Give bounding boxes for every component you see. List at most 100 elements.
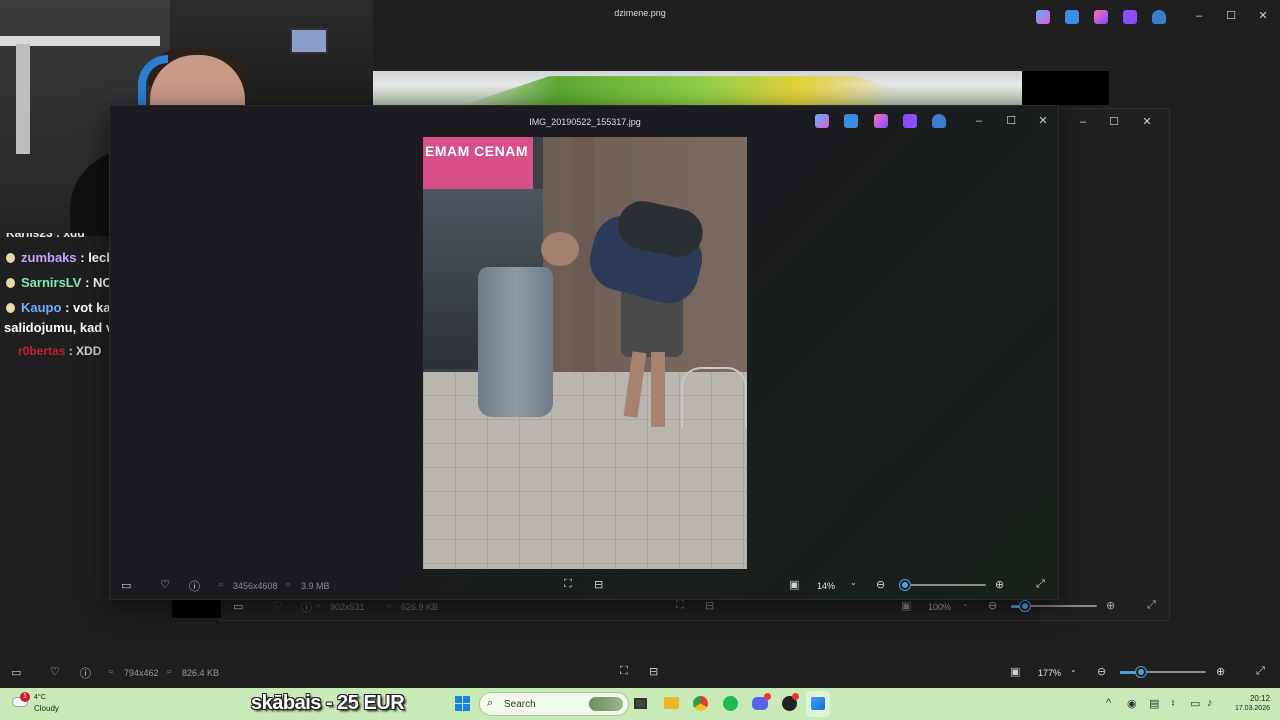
- filmstrip-icon[interactable]: ▭: [11, 666, 21, 679]
- close-button[interactable]: ✕: [1248, 9, 1278, 23]
- fullscreen-icon[interactable]: ⤢: [1256, 665, 1265, 678]
- info-icon[interactable]: ⓘ: [301, 599, 312, 615]
- filmstrip-icon[interactable]: ▭: [121, 579, 131, 592]
- window-title: IMG_20190522_155317.jpg: [529, 117, 641, 127]
- maximize-button[interactable]: ☐: [996, 114, 1026, 128]
- focus-icon[interactable]: ⛶: [676, 599, 684, 612]
- windows-start-icon[interactable]: [455, 696, 471, 712]
- filmstrip-icon[interactable]: ▭: [233, 600, 243, 613]
- zoom-level[interactable]: 14%: [817, 581, 835, 591]
- zoom-out-icon[interactable]: ⊖: [1097, 665, 1106, 678]
- front-photos-window[interactable]: IMG_20190522_155317.jpg – ☐ ✕ EMAM CENAM…: [109, 105, 1059, 600]
- clock-date[interactable]: 17.03.2026: [1202, 705, 1270, 712]
- image-filesize: 826.4 KB: [182, 668, 220, 678]
- zoom-level[interactable]: 100%: [928, 602, 951, 612]
- maximize-button[interactable]: ☐: [1216, 9, 1246, 23]
- back-image-preview: [373, 71, 1022, 105]
- dimensions-icon: ▫: [219, 579, 223, 591]
- dimensions-icon: ▫: [316, 600, 320, 612]
- dimensions-icon: ▫: [109, 666, 113, 678]
- chat-username[interactable]: SarnirsLV: [21, 275, 81, 290]
- file-explorer-icon[interactable]: [664, 697, 679, 709]
- fit-window-icon[interactable]: ▣: [901, 599, 911, 612]
- zoom-level[interactable]: 177%: [1038, 668, 1061, 678]
- image-dimensions: 3456x4608: [233, 581, 278, 591]
- spotify-icon[interactable]: [723, 696, 738, 711]
- black-box: [172, 600, 221, 618]
- onedrive-icon[interactable]: [1152, 10, 1166, 29]
- steam-icon[interactable]: ◉: [1127, 697, 1137, 710]
- info-icon[interactable]: ⓘ: [80, 665, 91, 681]
- filesize-icon: ▫: [286, 579, 290, 591]
- chat-username[interactable]: zumbaks: [21, 250, 77, 265]
- photos-icon[interactable]: [811, 697, 825, 710]
- chat-message-partial: Karlis23 : xdd: [6, 226, 85, 240]
- fit-window-icon[interactable]: ▣: [1010, 665, 1020, 678]
- chat-username[interactable]: r0bertas: [18, 344, 65, 358]
- image-dimensions: 794x462: [124, 668, 159, 678]
- chevron-down-icon[interactable]: ⌄: [962, 599, 969, 608]
- edit-icon[interactable]: [844, 114, 858, 133]
- maximize-button[interactable]: ☐: [1099, 115, 1129, 129]
- zoom-slider-thumb[interactable]: [1020, 601, 1030, 611]
- zoom-slider-thumb[interactable]: [900, 580, 910, 590]
- app-tray-icon[interactable]: ▤: [1149, 697, 1159, 710]
- zoom-in-icon[interactable]: ⊕: [1106, 599, 1115, 612]
- zoom-slider-thumb[interactable]: [1136, 667, 1146, 677]
- fullscreen-icon[interactable]: ⤢: [1036, 578, 1045, 591]
- minimize-button[interactable]: –: [964, 114, 994, 128]
- chrome-icon[interactable]: [693, 696, 708, 711]
- clock-time[interactable]: 20:12: [1222, 694, 1270, 703]
- search-placeholder: Search: [504, 699, 536, 710]
- notification-badge: [792, 693, 799, 700]
- close-button[interactable]: ✕: [1028, 114, 1058, 128]
- focus-icon[interactable]: ⛶: [564, 578, 572, 591]
- focus-icon[interactable]: ⛶: [620, 665, 628, 678]
- task-view-icon[interactable]: [634, 698, 647, 709]
- minimize-button[interactable]: –: [1184, 9, 1214, 23]
- onedrive-icon[interactable]: [932, 114, 946, 133]
- zoom-out-icon[interactable]: ⊖: [876, 578, 885, 591]
- stream-overlay-text: skābais - 25 EUR: [251, 692, 405, 714]
- favorite-icon[interactable]: ♡: [50, 665, 60, 678]
- fit-window-icon[interactable]: ▣: [789, 578, 799, 591]
- text-scan-icon[interactable]: ⊟: [649, 665, 658, 678]
- chat-username[interactable]: Kaupo: [21, 300, 61, 315]
- chevron-down-icon[interactable]: ⌄: [1070, 665, 1077, 674]
- taskbar: 1 4°C Cloudy ⌕ Search ^ ◉ ▤ ♮ ▭ ♪ 20:12 …: [0, 688, 1280, 720]
- paint-icon[interactable]: [874, 114, 888, 133]
- network-icon[interactable]: ▭: [1190, 697, 1200, 710]
- minimize-button[interactable]: –: [1068, 115, 1098, 129]
- zoom-slider[interactable]: [900, 584, 986, 586]
- clipchamp-icon[interactable]: [1123, 10, 1137, 29]
- paint-icon[interactable]: [1094, 10, 1108, 29]
- copilot-icon[interactable]: [815, 114, 829, 133]
- close-button[interactable]: ✕: [1132, 115, 1162, 129]
- chat-badge-icon: [6, 253, 15, 263]
- chat-message: r0bertas : XDD: [18, 344, 101, 358]
- image-filesize: 626.9 KB: [401, 602, 439, 612]
- notification-badge: [764, 693, 771, 700]
- copilot-icon[interactable]: [1036, 10, 1050, 29]
- edit-icon[interactable]: [1065, 10, 1079, 29]
- favorite-icon[interactable]: ♡: [160, 578, 170, 591]
- chevron-down-icon[interactable]: ⌄: [850, 578, 857, 587]
- text-scan-icon[interactable]: ⊟: [705, 599, 714, 612]
- photo-sign-text: EMAM CENAM: [423, 137, 533, 189]
- photo-canvas[interactable]: EMAM CENAM: [423, 137, 747, 569]
- weather-condition[interactable]: Cloudy: [34, 704, 59, 713]
- text-scan-icon[interactable]: ⊟: [594, 578, 603, 591]
- weather-temperature[interactable]: 4°C: [34, 694, 46, 701]
- filesize-icon: ▫: [387, 600, 391, 612]
- microphone-icon[interactable]: ♮: [1171, 697, 1175, 710]
- favorite-icon[interactable]: ♡: [272, 599, 282, 612]
- zoom-in-icon[interactable]: ⊕: [995, 578, 1004, 591]
- zoom-in-icon[interactable]: ⊕: [1216, 665, 1225, 678]
- info-icon[interactable]: ⓘ: [189, 578, 200, 594]
- image-filesize: 3.9 MB: [301, 581, 330, 591]
- tray-overflow-icon[interactable]: ^: [1106, 697, 1111, 709]
- image-dimensions: 902x531: [330, 602, 365, 612]
- zoom-out-icon[interactable]: ⊖: [988, 599, 997, 612]
- fullscreen-icon[interactable]: ⤢: [1147, 599, 1156, 612]
- clipchamp-icon[interactable]: [903, 114, 917, 133]
